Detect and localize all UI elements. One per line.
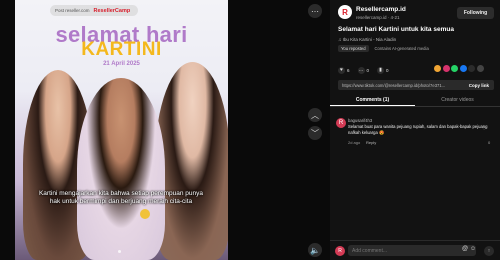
slide-indicator: [118, 250, 121, 253]
bookmark-icon[interactable]: ▮: [377, 66, 385, 74]
video-frame[interactable]: Post reseller.com ResellerCamp selamat h…: [15, 0, 228, 260]
person-right: [155, 62, 228, 260]
share-more-icon[interactable]: [476, 65, 484, 72]
post-title: Selamat hari Kartini untuk kita semua: [338, 26, 454, 33]
like-action[interactable]: ♥ 6: [338, 66, 350, 74]
comment-time: 2d ago: [348, 140, 361, 145]
post-link[interactable]: https://www.tiktok.com/@resellercamp.id/…: [338, 83, 469, 88]
share-friends-icon[interactable]: [442, 65, 450, 72]
bookmark-count: 0: [386, 67, 389, 73]
emoji-icon[interactable]: ☺: [470, 246, 476, 252]
flower-brooch: [140, 209, 150, 219]
like-count: 6: [347, 67, 350, 73]
share-whatsapp-icon[interactable]: [451, 65, 458, 72]
account-avatar[interactable]: R: [338, 5, 352, 19]
share-facebook-icon[interactable]: [459, 65, 467, 72]
comment-like-count: 0: [488, 140, 491, 145]
my-avatar: R: [335, 246, 345, 256]
following-button[interactable]: Following: [457, 7, 494, 19]
link-box: https://www.tiktok.com/@resellercamp.id/…: [338, 80, 494, 90]
commenter-name[interactable]: bagusarif4h3: [348, 118, 372, 123]
copy-link-button[interactable]: Copy link: [469, 83, 494, 88]
share-embed-icon[interactable]: [434, 65, 441, 72]
brand-pill: Post reseller.com ResellerCamp: [50, 5, 138, 16]
account-name[interactable]: Resellercamp.id: [356, 6, 406, 13]
repost-badge: You reposted: [338, 45, 369, 52]
share-icons: [434, 65, 484, 72]
comment-action[interactable]: … 0: [357, 66, 370, 74]
brand-name: ResellerCamp: [93, 7, 131, 14]
share-x-icon[interactable]: [468, 65, 475, 72]
headline-line2: KARTINI: [81, 39, 162, 60]
account-subtitle: resellercamp.id · 4-21: [356, 15, 400, 20]
bookmark-action[interactable]: ▮ 0: [377, 66, 389, 74]
chevron-up-icon[interactable]: ︿: [308, 108, 322, 122]
tab-comments[interactable]: Comments (1): [330, 95, 415, 106]
brand-url: Post reseller.com: [55, 8, 90, 13]
commenter-avatar[interactable]: R: [336, 118, 346, 128]
music-label[interactable]: ♫ Ibu Kita Kartini - Nia Aladin: [338, 37, 396, 42]
detail-panel: R Resellercamp.id resellercamp.id · 4-21…: [330, 0, 500, 260]
comment-input[interactable]: [348, 245, 476, 256]
tab-creator-videos[interactable]: Creator videos: [415, 95, 500, 106]
post-comment-button[interactable]: ↑: [484, 246, 494, 256]
tab-bar: Comments (1) Creator videos: [330, 95, 500, 107]
tiktok-viewer: Post reseller.com ResellerCamp selamat h…: [0, 0, 500, 260]
comment-icon[interactable]: …: [357, 66, 365, 74]
comment-composer: R @ ☺ ↑: [330, 240, 500, 260]
reply-button[interactable]: Reply: [366, 140, 376, 145]
heart-icon[interactable]: ♥: [338, 66, 345, 74]
volume-icon[interactable]: 🔈: [308, 243, 322, 257]
more-horizontal-icon[interactable]: ⋯: [308, 4, 322, 18]
video-caption: Kartini mengajarkan kita bahwa setiap pe…: [38, 190, 204, 205]
video-player[interactable]: Post reseller.com ResellerCamp selamat h…: [0, 0, 330, 260]
at-icon[interactable]: @: [462, 246, 468, 252]
ai-label: Contains AI-generated media: [374, 46, 429, 51]
comment-text: Selamat buat para wanita pejuang rupiah,…: [348, 124, 488, 135]
chevron-down-icon[interactable]: ﹀: [308, 126, 322, 140]
comment-heart-icon[interactable]: ♡: [482, 126, 486, 132]
person-center: [77, 78, 165, 260]
repost-row: You reposted Contains AI-generated media: [338, 45, 429, 52]
comment-count: 0: [366, 67, 370, 73]
